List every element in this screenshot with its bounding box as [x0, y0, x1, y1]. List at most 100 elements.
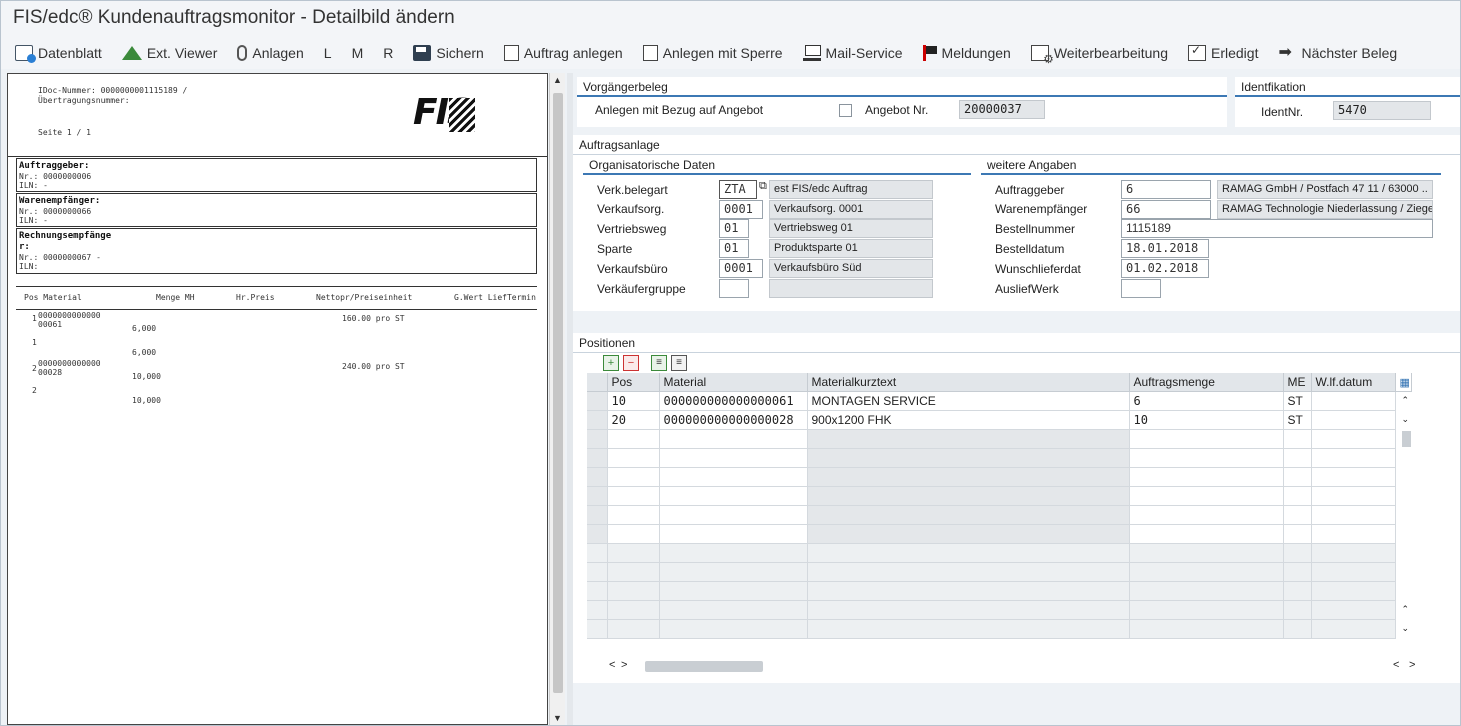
col-header-pos[interactable]: Pos: [607, 373, 660, 392]
window-title: FIS/edc® Kundenauftragsmonitor - Detailb…: [13, 7, 455, 28]
bestellnummer-label: Bestellnummer: [995, 222, 1076, 236]
org-daten-group: Organisatorische Daten Verk.belegart ZTA…: [583, 155, 971, 305]
anlegen-mit-sperre-button[interactable]: Anlegen mit Sperre: [642, 45, 783, 61]
naechster-beleg-button[interactable]: Nächster Beleg: [1278, 42, 1397, 62]
col-header-wlfdatum[interactable]: W.lf.datum: [1311, 373, 1396, 392]
page-indicator: Seite 1 / 1: [38, 128, 91, 137]
delete-row-icon[interactable]: −: [623, 355, 639, 371]
create-locked-icon: [642, 45, 658, 61]
deselect-all-icon[interactable]: ≡: [671, 355, 687, 371]
flag-icon: [922, 45, 937, 61]
toolbar: Datenblatt Ext. Viewer Anlagen L M R Sic…: [1, 37, 1460, 69]
datenblatt-button[interactable]: Datenblatt: [15, 45, 102, 63]
rechnungsempfaenger-iln: ILN:: [19, 262, 39, 271]
vertriebsweg-field[interactable]: 01: [719, 219, 749, 238]
auslieferwerk-field[interactable]: [1121, 279, 1161, 298]
anlagen-button[interactable]: Anlagen: [237, 45, 304, 61]
paperclip-icon: [237, 45, 248, 61]
m-button[interactable]: M: [352, 45, 364, 61]
row-selector[interactable]: [587, 391, 608, 411]
scroll-down-icon[interactable]: ⌄: [1395, 410, 1411, 429]
table-hscrollbar[interactable]: < > < >: [603, 659, 1415, 673]
scroll-right-icon[interactable]: >: [1409, 659, 1415, 671]
bestellnummer-field[interactable]: 1115189: [1121, 219, 1433, 238]
verkaufsbuero-label: Verkaufsbüro: [597, 262, 668, 276]
ext-viewer-button[interactable]: Ext. Viewer: [121, 45, 217, 61]
identnr-field: 5470: [1333, 101, 1431, 120]
auftraggeber-iln: ILN: -: [19, 181, 48, 190]
auftraggeber-field[interactable]: 6: [1121, 180, 1211, 199]
verkaeufergruppe-field[interactable]: [719, 279, 749, 298]
table-row[interactable]: [587, 429, 1411, 449]
scroll-up-icon[interactable]: ⌃: [1395, 391, 1411, 410]
row-selector-header[interactable]: [587, 373, 608, 392]
erledigt-button[interactable]: Erledigt: [1187, 43, 1258, 61]
verkaufsorg-field[interactable]: 0001: [719, 200, 763, 219]
select-all-icon[interactable]: ≡: [651, 355, 667, 371]
table-row: ⌃: [587, 600, 1411, 620]
add-row-icon[interactable]: +: [603, 355, 619, 371]
positionen-table: Pos Material Materialkurztext Auftragsme…: [587, 373, 1412, 639]
verk-belegart-label: Verk.belegart: [597, 183, 668, 197]
idoc-number-line: IDoc-Nummer: 0000000001115189 /: [38, 86, 188, 95]
col-header-materialkurztext[interactable]: Materialkurztext: [807, 373, 1130, 392]
angebot-nr-label: Angebot Nr.: [865, 103, 929, 117]
col-header-material[interactable]: Material: [659, 373, 808, 392]
scroll-thumb[interactable]: [553, 93, 563, 693]
table-row[interactable]: 20 000000000000000028 900x1200 FHK 10 ST…: [587, 410, 1411, 430]
warenempfaenger-label: Warenempfänger: [995, 202, 1088, 216]
row-selector[interactable]: [587, 410, 608, 430]
verk-belegart-text: est FIS/edc Auftrag: [769, 180, 933, 199]
sichern-button[interactable]: Sichern: [413, 45, 484, 61]
anlegen-mit-bezug-checkbox[interactable]: [839, 104, 852, 117]
col-menge: Menge MH: [156, 293, 195, 302]
r-button[interactable]: R: [383, 45, 393, 61]
table-row[interactable]: 10 000000000000000061 MONTAGEN SERVICE 6…: [587, 391, 1411, 411]
table-row[interactable]: [587, 467, 1411, 487]
scroll-left-icon[interactable]: <: [609, 659, 615, 671]
table-row[interactable]: [587, 505, 1411, 525]
weitere-angaben-group: weitere Angaben Auftraggeber 6 RAMAG Gmb…: [981, 155, 1441, 305]
document-preview[interactable]: IDoc-Nummer: 0000000001115189 / Übertrag…: [7, 73, 548, 725]
hscroll-thumb[interactable]: [645, 661, 763, 672]
scroll-down-icon[interactable]: ▼: [553, 713, 562, 723]
scroll-right-icon[interactable]: >: [621, 659, 627, 671]
col-header-auftragsmenge[interactable]: Auftragsmenge: [1129, 373, 1284, 392]
sparte-label: Sparte: [597, 242, 633, 256]
bestelldatum-field[interactable]: 18.01.2018: [1121, 239, 1209, 258]
warenempfaenger-field[interactable]: 66: [1121, 200, 1211, 219]
table-scroll-thumb[interactable]: [1401, 430, 1411, 447]
verk-belegart-field[interactable]: ZTA: [719, 180, 757, 199]
wunschlieferdat-field[interactable]: 01.02.2018: [1121, 259, 1209, 278]
scroll-up-icon[interactable]: ▲: [553, 75, 562, 85]
title-bar: FIS/edc® Kundenauftragsmonitor - Detailb…: [1, 1, 1460, 37]
table-row: [587, 562, 1411, 582]
auftraggeber-title: Auftraggeber:: [19, 161, 90, 171]
scroll-left-icon[interactable]: <: [1393, 659, 1399, 671]
table-row: ⌄: [587, 619, 1411, 639]
divider-line: [8, 156, 547, 157]
sparte-field[interactable]: 01: [719, 239, 749, 258]
auftrag-anlegen-button[interactable]: Auftrag anlegen: [503, 45, 623, 61]
mail-service-button[interactable]: Mail-Service: [802, 45, 903, 61]
identnr-label: IdentNr.: [1261, 105, 1304, 119]
mail-icon: [802, 45, 821, 61]
verkaufsbuero-field[interactable]: 0001: [719, 259, 763, 278]
l-button[interactable]: L: [324, 45, 332, 61]
uebertragung-line: Übertragungsnummer:: [38, 96, 130, 105]
vertriebsweg-text: Vertriebsweg 01: [769, 219, 933, 238]
table-row[interactable]: [587, 486, 1411, 506]
col-header-me[interactable]: ME: [1283, 373, 1312, 392]
preview-scrollbar[interactable]: ▲ ▼: [549, 73, 565, 725]
column-settings-icon[interactable]: ▦: [1395, 373, 1412, 392]
arrow-right-icon: [1278, 42, 1296, 62]
image-viewer-icon: [121, 46, 142, 60]
meldungen-button[interactable]: Meldungen: [922, 45, 1011, 61]
table-row[interactable]: [587, 524, 1411, 544]
weiterbearbeitung-button[interactable]: Weiterbearbeitung: [1030, 45, 1168, 66]
org-daten-title: Organisatorische Daten: [583, 155, 971, 175]
table-row: [587, 543, 1411, 563]
table-row[interactable]: [587, 448, 1411, 468]
angebot-nr-field: 20000037: [959, 100, 1045, 119]
rechnungsempfaenger-title-cont: r:: [19, 242, 30, 252]
